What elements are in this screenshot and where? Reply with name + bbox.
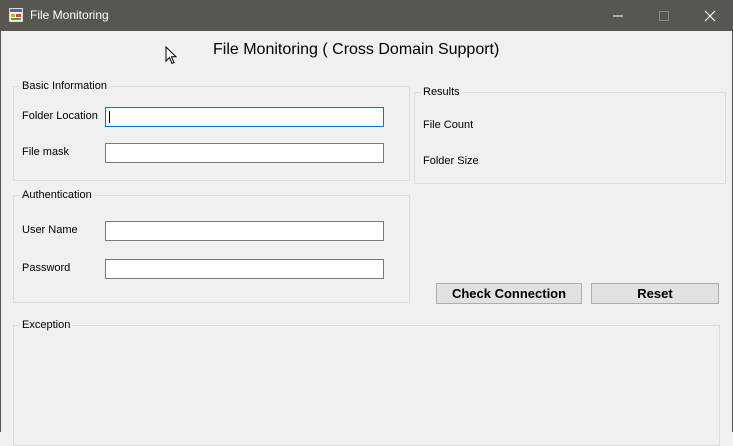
- basic-information-legend: Basic Information: [22, 80, 107, 92]
- user-name-label: User Name: [22, 224, 78, 236]
- file-mask-label: File mask: [22, 146, 70, 158]
- maximize-button[interactable]: [641, 0, 687, 31]
- folder-location-label: Folder Location: [22, 110, 98, 122]
- exception-legend: Exception: [22, 319, 71, 331]
- close-icon: [704, 10, 716, 22]
- basic-information-group: Basic Information: [13, 80, 410, 181]
- maximize-icon: [659, 11, 669, 21]
- user-name-input[interactable]: [105, 221, 384, 241]
- authentication-legend: Authentication: [22, 189, 92, 201]
- check-connection-button[interactable]: Check Connection: [436, 283, 582, 304]
- file-mask-input[interactable]: [105, 143, 384, 163]
- minimize-icon: [613, 15, 623, 17]
- exception-group: Exception: [13, 319, 720, 446]
- file-count-label: File Count: [423, 119, 474, 131]
- minimize-button[interactable]: [595, 0, 641, 31]
- password-label: Password: [22, 262, 71, 274]
- window-title: File Monitoring: [30, 8, 109, 22]
- text-caret: [109, 111, 110, 123]
- reset-button[interactable]: Reset: [591, 283, 719, 304]
- folder-location-input[interactable]: [105, 107, 384, 127]
- title-bar[interactable]: File Monitoring: [0, 0, 733, 31]
- close-button[interactable]: [687, 0, 733, 31]
- mouse-cursor-icon: [165, 46, 178, 65]
- authentication-group: Authentication: [13, 189, 410, 303]
- folder-size-label: Folder Size: [423, 155, 479, 167]
- page-title: File Monitoring ( Cross Domain Support): [213, 41, 500, 58]
- password-input[interactable]: [105, 259, 384, 279]
- app-icon: [9, 8, 23, 22]
- results-group: Results: [414, 86, 726, 184]
- results-legend: Results: [423, 86, 460, 98]
